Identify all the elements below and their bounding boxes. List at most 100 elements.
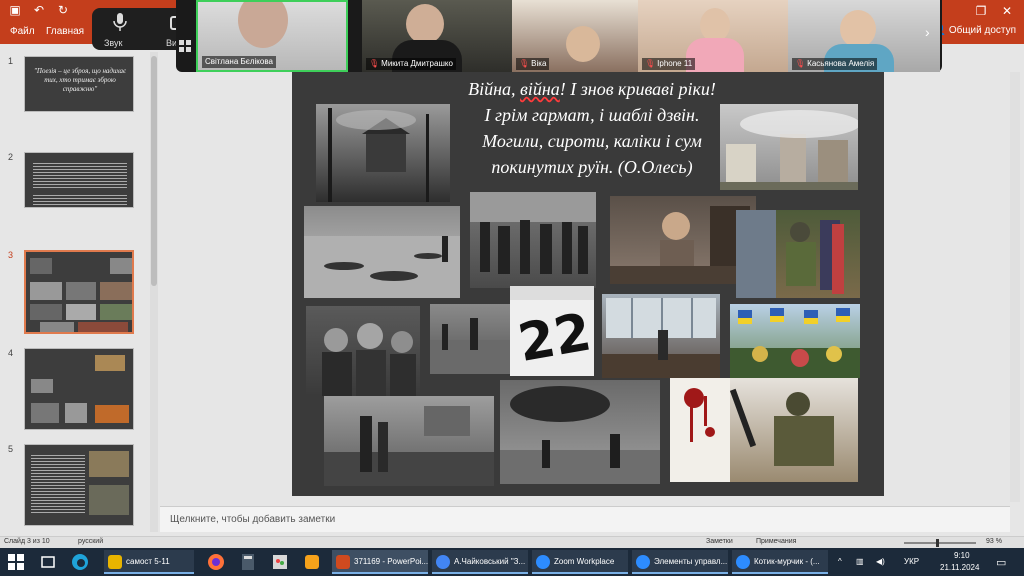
windows-start-icon[interactable] (6, 552, 26, 572)
taskbar-app-zoom-meeting[interactable]: Котик-мурчик - (... (732, 550, 828, 574)
mini-photo (66, 304, 96, 320)
thumbnails-scrollbar-thumb[interactable] (151, 56, 157, 286)
zoom-slider-knob[interactable] (936, 539, 939, 547)
volume-icon[interactable]: ◀) (876, 557, 885, 566)
notifications-icon[interactable]: ▭ (996, 556, 1006, 569)
taskbar-app-chrome[interactable]: А.Чайковський "З... (432, 550, 528, 574)
close-window-button[interactable]: ✕ (996, 2, 1018, 20)
taskbar-app-label: 371169 - PowerPoi... (354, 557, 428, 566)
mini-photo (30, 258, 52, 274)
poem-textbox[interactable]: Війна, війна! І знов криваві ріки! І грі… (442, 76, 742, 180)
photo-burning-house[interactable] (316, 104, 450, 202)
undo-icon[interactable]: ↶ (32, 3, 46, 17)
thumb-number: 1 (8, 56, 14, 66)
participant-name-text: Iphone 11 (657, 59, 693, 68)
powerpoint-icon (336, 555, 350, 569)
save-icon[interactable]: ▣ (8, 3, 22, 17)
mini-photo (95, 405, 129, 423)
participant-tile[interactable]: 🎙 Iphone 11 (638, 0, 790, 72)
redo-icon[interactable]: ↻ (56, 3, 70, 17)
photo-soldier-flag[interactable] (736, 210, 860, 298)
tab-home[interactable]: Главная (46, 26, 84, 37)
svg-text:22: 22 (514, 302, 594, 374)
thumb-number: 4 (8, 348, 14, 358)
comments-toggle[interactable]: Примечания (756, 538, 796, 545)
taskbar-app-label: Элементы управл... (654, 557, 728, 566)
muted-mic-icon: 🎙 (369, 59, 380, 68)
taskbar-app-powerpoint[interactable]: 371169 - PowerPoi... (332, 550, 428, 574)
mini-photo (30, 304, 62, 320)
mini-text-block (33, 161, 127, 189)
status-bar: Слайд 3 из 10 русский Заметки Примечания… (0, 536, 1024, 548)
taskbar-app-label: самост 5-11 (126, 557, 170, 566)
photo-wounded-soldier[interactable] (670, 378, 858, 482)
slide-thumbnail-1[interactable]: "Поезія – це зброя, що надихає тих, хто … (24, 56, 134, 112)
language-indicator[interactable]: русский (78, 538, 103, 545)
photo-crying-child[interactable] (610, 196, 756, 284)
taskbar-app-zoom[interactable]: Zoom Workplace (532, 550, 628, 574)
network-icon[interactable]: ▥ (856, 557, 864, 566)
taskbar-app-explorer[interactable]: самост 5-11 (104, 550, 194, 574)
thumb-text: "Поезія – це зброя, що надихає тих, хто … (33, 67, 127, 93)
notes-pane[interactable]: Щелкните, чтобы добавить заметки (160, 506, 1010, 532)
editor-scrollbar[interactable] (1010, 72, 1020, 502)
chevron-right-icon[interactable]: › (925, 24, 930, 40)
share-label: Общий доступ (948, 25, 1016, 36)
photo-memorial-flags[interactable] (730, 304, 860, 378)
firefox-icon[interactable] (206, 552, 226, 572)
photo-battlefield-bw[interactable] (430, 304, 510, 374)
slide-thumbnail-3[interactable] (24, 250, 134, 334)
clock-date[interactable]: 21.11.2024 (940, 563, 979, 572)
participant-tile[interactable]: 🎙 Микита Дмитрашко (362, 0, 514, 72)
mini-photo (66, 282, 96, 300)
app-icon-orange[interactable] (302, 552, 322, 572)
taskbar-app-zoom-controls[interactable]: Элементы управл... (632, 550, 728, 574)
gallery-view-icon[interactable] (179, 40, 191, 52)
slide-thumbnail-5[interactable] (24, 444, 134, 526)
calculator-icon[interactable] (238, 552, 258, 572)
participant-name-text: Микита Дмитрашко (381, 59, 453, 68)
clock-time[interactable]: 9:10 (954, 551, 970, 560)
photo-fallen-soldiers[interactable] (304, 206, 460, 298)
mini-text-block (33, 193, 127, 205)
microphone-icon[interactable] (112, 12, 128, 32)
edge-browser-icon[interactable] (70, 552, 90, 572)
task-view-icon[interactable] (38, 552, 58, 572)
poem-line: Війна, війна! І знов криваві ріки! (442, 76, 742, 102)
folder-icon (108, 555, 122, 569)
poem-line: Могили, сироти, каліки і сум (482, 131, 702, 151)
mini-photo (110, 258, 132, 274)
paint-icon[interactable] (270, 552, 290, 572)
restore-window-button[interactable]: ❐ (970, 2, 992, 20)
photo-burning-village[interactable] (500, 380, 660, 484)
thumb-number: 2 (8, 152, 14, 162)
share-button[interactable]: 👤 Общий доступ (934, 25, 1016, 36)
chevron-up-icon[interactable]: ^ (838, 557, 842, 566)
slide-thumbnails-pane: 1 "Поезія – це зброя, що надихає тих, хт… (0, 44, 160, 536)
participant-tile[interactable]: 🎙 Касьянова Амелія (788, 0, 940, 72)
participant-name: 🎙 Віка (516, 58, 550, 70)
muted-mic-icon: 🎙 (795, 59, 806, 68)
photo-destroyed-classroom[interactable] (602, 294, 720, 378)
thumb-number: 5 (8, 444, 14, 454)
photo-refugees-ruins[interactable] (324, 396, 494, 486)
mini-photo (31, 403, 59, 423)
participant-name: 🎙 Iphone 11 (642, 58, 696, 70)
photo-calendar-22[interactable]: 22 (510, 286, 594, 376)
tab-file[interactable]: Файл (10, 26, 35, 37)
keyboard-language[interactable]: УКР (904, 557, 919, 566)
slide-canvas[interactable]: Війна, війна! І знов криваві ріки! І грі… (292, 72, 884, 496)
zoom-level[interactable]: 93 % (986, 538, 1002, 545)
photo-children-war[interactable] (306, 306, 420, 396)
zoom-slider[interactable] (904, 542, 976, 544)
participant-tile[interactable]: Світлана Бєлікова (196, 0, 348, 72)
notes-toggle[interactable]: Заметки (706, 538, 733, 545)
poem-line: І грім гармат, і шаблі дзвін. (484, 105, 700, 125)
poem-line: покинутих руїн. (О.Олесь) (491, 157, 693, 177)
mini-photo (89, 485, 129, 515)
photo-ruined-buildings[interactable] (720, 104, 858, 190)
photo-deportation-crowd[interactable] (470, 192, 596, 288)
slide-thumbnail-2[interactable] (24, 152, 134, 208)
slide-thumbnail-4[interactable] (24, 348, 134, 430)
chrome-icon (436, 555, 450, 569)
